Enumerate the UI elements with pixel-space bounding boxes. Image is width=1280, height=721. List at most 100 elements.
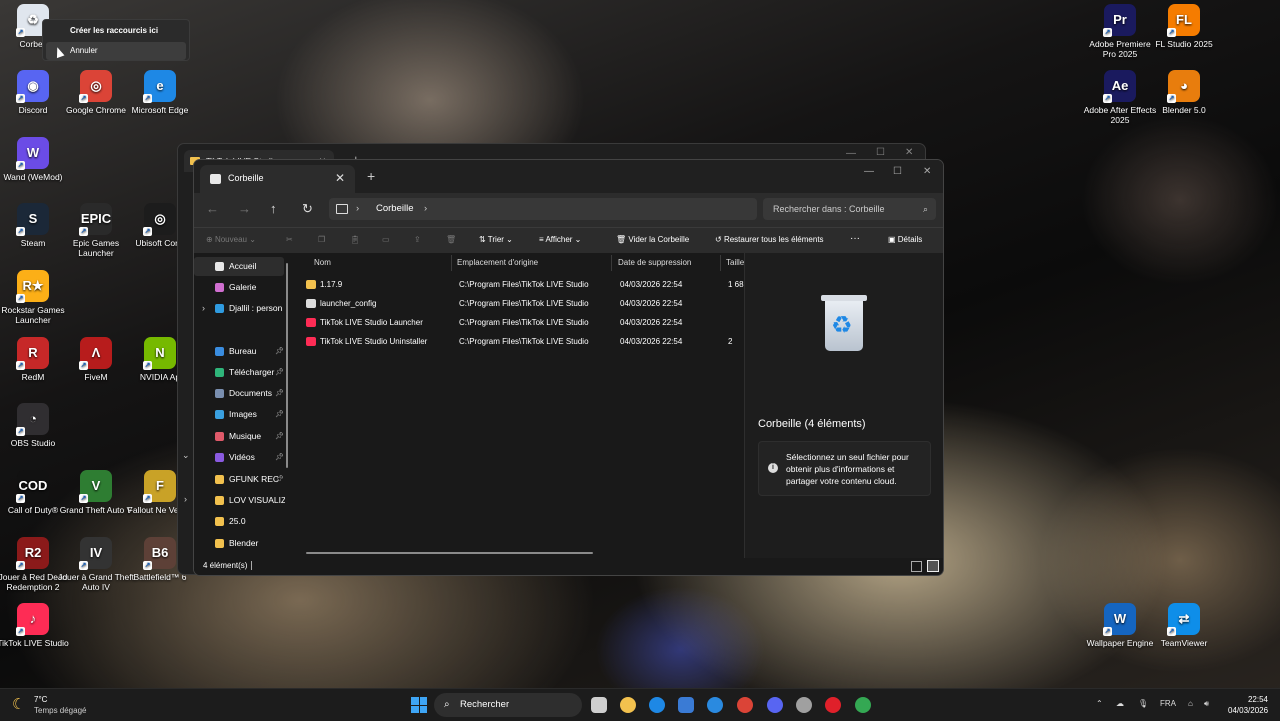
shortcut-arrow-icon: ↗ bbox=[143, 94, 152, 103]
network-icon[interactable]: ⌂ bbox=[1188, 699, 1193, 708]
minimize-button[interactable]: — bbox=[864, 166, 874, 177]
close-button[interactable]: ✕ bbox=[923, 166, 931, 177]
menu-item-cancel[interactable]: Annuler bbox=[46, 42, 186, 60]
sidebar-item[interactable]: Djallil : person bbox=[215, 299, 285, 318]
show-hidden-icons[interactable]: ⌃ bbox=[1096, 699, 1103, 708]
maximize-button[interactable]: ☐ bbox=[893, 166, 902, 177]
details-button[interactable]: ▣ Détails bbox=[888, 235, 922, 244]
taskbar-app-edge-icon[interactable] bbox=[649, 697, 665, 713]
taskbar-app-mail-icon[interactable] bbox=[707, 697, 723, 713]
desktop-icon[interactable]: ♪ ↗ TikTok LIVE Studio bbox=[0, 603, 71, 648]
taskbar-search-label: Rechercher bbox=[460, 699, 510, 710]
clock[interactable]: 22:54 04/03/2026 bbox=[1228, 694, 1268, 716]
taskbar-app-opera-icon[interactable] bbox=[825, 697, 841, 713]
forward-arrow-icon[interactable]: → bbox=[238, 201, 251, 216]
taskbar-app-steam-icon[interactable] bbox=[796, 697, 812, 713]
file-row[interactable]: TikTok LIVE Studio Launcher C:\Program Fi… bbox=[298, 313, 744, 332]
file-icon bbox=[306, 337, 316, 347]
close-icon[interactable]: ✕ bbox=[335, 171, 345, 185]
view-button[interactable]: ≡ Afficher ⌄ bbox=[539, 235, 581, 244]
refresh-icon[interactable]: ↻ bbox=[302, 201, 313, 217]
up-arrow-icon[interactable]: ↑ bbox=[270, 201, 277, 216]
desktop-icon[interactable]: e ↗ Microsoft Edge bbox=[122, 70, 198, 115]
shortcut-arrow-icon: ↗ bbox=[16, 627, 25, 636]
shortcut-arrow-icon: ↗ bbox=[16, 94, 25, 103]
search-icon: ⌕ bbox=[922, 204, 928, 214]
share-icon[interactable]: ⇪ bbox=[414, 235, 421, 244]
shortcut-arrow-icon: ↗ bbox=[1103, 28, 1112, 37]
tab-corbeille[interactable]: Corbeille ✕ bbox=[200, 165, 355, 193]
sidebar-item-label: Images bbox=[229, 409, 257, 419]
pin-icon: 📌︎ bbox=[275, 348, 284, 355]
sidebar-item-icon bbox=[215, 347, 224, 357]
tiles-view-icon[interactable] bbox=[927, 560, 939, 572]
sidebar-item-icon bbox=[215, 304, 224, 314]
app-icon: S ↗ bbox=[16, 203, 49, 236]
horizontal-scrollbar[interactable] bbox=[306, 552, 593, 554]
file-row[interactable]: TikTok LIVE Studio Uninstaller C:\Program… bbox=[298, 332, 744, 351]
file-row[interactable]: 1.17.9 C:\Program Files\TikTok LIVE Studi… bbox=[298, 275, 744, 294]
column-header-name[interactable]: Nom bbox=[314, 255, 452, 271]
start-button[interactable] bbox=[411, 697, 427, 713]
sidebar-item[interactable]: Galerie bbox=[215, 278, 285, 297]
restore-all-button[interactable]: ↺ Restaurer tous les éléments bbox=[715, 235, 824, 244]
column-header-deleted[interactable]: Date de suppression bbox=[618, 255, 721, 271]
desktop-icon[interactable]: R★ ↗ Rockstar Games Launcher bbox=[0, 270, 71, 325]
new-button[interactable]: ⊕ Nouveau ⌄ bbox=[206, 235, 256, 244]
copy-icon[interactable]: ❐ bbox=[318, 235, 325, 244]
explorer-window[interactable]: Corbeille ✕ + — ☐ ✕ ← → ↑ ↻ › Corbeille … bbox=[193, 159, 944, 576]
desktop-icon[interactable]: ◔ ↗ OBS Studio bbox=[0, 403, 71, 448]
sidebar-item-icon bbox=[215, 262, 224, 272]
cut-icon[interactable]: ✂ bbox=[286, 235, 293, 244]
volume-icon[interactable]: 🔊︎ bbox=[1204, 699, 1209, 709]
language-indicator[interactable]: FRA bbox=[1160, 699, 1176, 708]
rename-icon[interactable]: ▭ bbox=[382, 235, 390, 244]
details-view-icon[interactable] bbox=[911, 561, 922, 572]
file-name: TikTok LIVE Studio Uninstaller bbox=[320, 337, 428, 346]
sidebar-item[interactable]: LOV VISUALIZI bbox=[215, 491, 285, 510]
more-options-button[interactable]: ··· bbox=[850, 233, 860, 244]
microphone-icon[interactable]: 🎙︎ bbox=[1138, 699, 1148, 708]
back-arrow-icon[interactable]: ← bbox=[206, 201, 219, 216]
expand-chevron-icon[interactable]: › bbox=[202, 303, 205, 313]
search-input[interactable]: Rechercher dans : Corbeille ⌕ bbox=[763, 198, 936, 220]
new-tab-button[interactable]: + bbox=[367, 168, 375, 184]
sidebar-item-label: Galerie bbox=[229, 282, 257, 292]
desktop-icon[interactable]: W ↗ Wand (WeMod) bbox=[0, 137, 71, 182]
file-row[interactable]: launcher_config C:\Program Files\TikTok L… bbox=[298, 294, 744, 313]
paste-icon[interactable]: 📋︎ bbox=[350, 235, 360, 244]
close-button[interactable]: ✕ bbox=[905, 147, 913, 158]
taskbar-app-file-explorer-icon[interactable] bbox=[620, 697, 636, 713]
desktop-icon[interactable]: ⇄ ↗ TeamViewer bbox=[1146, 603, 1222, 648]
breadcrumb[interactable]: Corbeille bbox=[376, 198, 414, 220]
address-bar[interactable]: › Corbeille › bbox=[329, 198, 757, 220]
sidebar-scrollbar[interactable] bbox=[286, 263, 288, 468]
pin-icon: 📌︎ bbox=[275, 411, 284, 418]
taskbar-app-store-icon[interactable] bbox=[678, 697, 694, 713]
shortcut-arrow-icon: ↗ bbox=[143, 361, 152, 370]
taskbar-search[interactable]: ⌕ Rechercher bbox=[434, 693, 582, 717]
empty-recycle-bin-button[interactable]: 🗑︎ Vider la Corbeille bbox=[616, 235, 689, 244]
minimize-button[interactable]: — bbox=[846, 148, 856, 159]
desktop-icon[interactable]: ◕ ↗ Blender 5.0 bbox=[1146, 70, 1222, 115]
sidebar-item-icon bbox=[215, 496, 224, 506]
shortcut-arrow-icon: ↗ bbox=[1167, 627, 1176, 636]
delete-icon[interactable]: 🗑︎ bbox=[446, 235, 456, 244]
sort-button[interactable]: ⇅ Trier ⌄ bbox=[479, 235, 513, 244]
taskbar-app-chrome-icon[interactable] bbox=[737, 697, 753, 713]
taskbar-app-discord-icon[interactable] bbox=[767, 697, 783, 713]
column-header-origin[interactable]: Emplacement d'origine bbox=[457, 255, 612, 271]
maximize-button[interactable]: ☐ bbox=[876, 147, 885, 158]
taskbar-app-chrome-2-icon[interactable] bbox=[855, 697, 871, 713]
taskbar-app-task-view-icon[interactable] bbox=[591, 697, 607, 713]
shortcut-arrow-icon: ↗ bbox=[16, 28, 25, 37]
sidebar-item[interactable]: Accueil bbox=[194, 257, 284, 276]
onedrive-icon[interactable]: ☁ bbox=[1116, 699, 1124, 708]
sidebar-item[interactable]: 25.0 bbox=[215, 512, 285, 531]
menu-item-create-shortcut[interactable]: Créer les raccourcis ici bbox=[46, 22, 186, 40]
app-icon: COD ↗ bbox=[16, 470, 49, 503]
sidebar-item-label: Blender bbox=[229, 538, 259, 548]
file-date: 04/03/2026 22:54 bbox=[620, 337, 683, 346]
desktop-icon[interactable]: FL ↗ FL Studio 2025 bbox=[1146, 4, 1222, 49]
sidebar-item[interactable]: Blender bbox=[215, 534, 285, 553]
